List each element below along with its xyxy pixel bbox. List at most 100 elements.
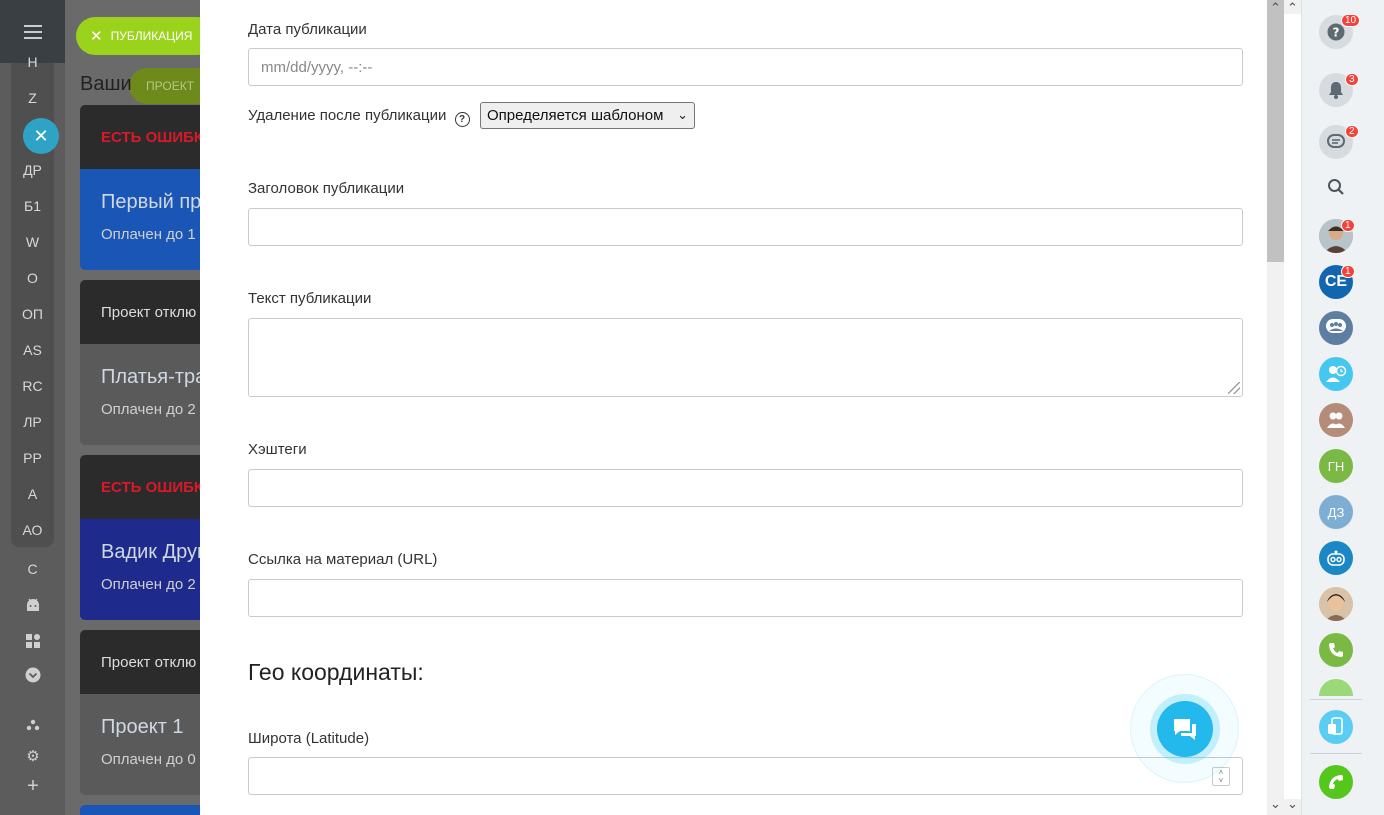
nav-item-7[interactable]: AS xyxy=(0,342,65,358)
date-placeholder: mm/dd/yyyy, --:-- xyxy=(261,58,373,76)
project-card-3[interactable]: Проект отклю Проект 1 Оплачен до 0 xyxy=(80,630,200,795)
right-sidebar: ? 10 3 2 1 CE 1 ГН ДЗ xyxy=(1301,0,1384,815)
hashtags-input[interactable] xyxy=(248,469,1243,507)
project-card-4[interactable] xyxy=(80,805,200,815)
card-status: Проект отклю xyxy=(80,280,200,344)
phone-icon-2[interactable] xyxy=(1319,679,1353,696)
nav-item-8[interactable]: RC xyxy=(0,378,65,394)
group-chat-icon[interactable] xyxy=(1319,311,1353,345)
nav-item-11[interactable]: А xyxy=(0,486,65,502)
url-input[interactable] xyxy=(248,579,1243,617)
device-sync-icon[interactable] xyxy=(1319,710,1353,744)
nav-item-10[interactable]: PP xyxy=(0,450,65,466)
resize-handle[interactable] xyxy=(1228,382,1240,394)
project-pill-label: ПРОЕКТ xyxy=(146,79,195,93)
chevron-down-icon: ⌄ xyxy=(677,107,688,122)
phone-icon[interactable] xyxy=(1319,633,1353,667)
hashtags-label: Хэштеги xyxy=(248,441,307,458)
nav-item-12[interactable]: АО xyxy=(0,522,65,538)
card-paid: Оплачен до 0 xyxy=(101,751,196,768)
dashboard-background: ПРОЕКТ Ваши ✕ ПУБЛИКАЦИЯ ЕСТЬ ОШИБКИ Пер… xyxy=(65,0,200,815)
date-input[interactable]: mm/dd/yyyy, --:-- xyxy=(248,48,1243,86)
plus-icon[interactable]: + xyxy=(24,775,42,797)
text-textarea[interactable] xyxy=(248,318,1243,397)
card-status: Проект отклю xyxy=(80,630,200,694)
text-label: Текст публикации xyxy=(248,290,372,307)
publication-pill-label: ПУБЛИКАЦИЯ xyxy=(110,29,193,43)
search-icon[interactable] xyxy=(1319,170,1353,204)
nav-item-2[interactable]: ДР xyxy=(0,162,65,178)
scroll-up-icon-2[interactable]: ⌃ xyxy=(1284,0,1301,16)
dashboard-title: Ваши xyxy=(80,73,132,95)
dz-avatar-label: ДЗ xyxy=(1327,504,1345,520)
dz-avatar[interactable]: ДЗ xyxy=(1319,495,1353,529)
ce-badge: 1 xyxy=(1341,265,1355,278)
nav-item-4[interactable]: W xyxy=(0,234,65,250)
date-label: Дата публикации xyxy=(248,21,367,38)
latitude-input[interactable]: ˄ ˅ xyxy=(248,757,1243,795)
apps-icon[interactable] xyxy=(24,632,42,650)
project-card-1[interactable]: Проект отклю Платья-тра Оплачен до 2 xyxy=(80,280,200,445)
nav-item-9[interactable]: ЛР xyxy=(0,414,65,430)
android-icon[interactable] xyxy=(24,596,42,614)
card-name: Первый пр xyxy=(101,191,200,213)
user-avatar-2[interactable] xyxy=(1319,587,1353,621)
hamburger-icon xyxy=(23,24,42,39)
delete-after-select[interactable]: Определяется шаблоном ⌄ xyxy=(480,102,695,129)
title-label: Заголовок публикации xyxy=(248,180,405,197)
card-paid: Оплачен до 1 xyxy=(101,226,196,243)
card-name: Вадик Друг xyxy=(101,541,200,563)
publication-form-panel: Дата публикации mm/dd/yyyy, --:-- Удален… xyxy=(200,0,1267,815)
latitude-label: Широта (Latitude) xyxy=(248,730,370,747)
card-status: ЕСТЬ ОШИБКИ xyxy=(80,105,200,169)
user1-badge: 1 xyxy=(1341,219,1355,232)
publication-pill[interactable]: ✕ ПУБЛИКАЦИЯ xyxy=(76,17,200,55)
geo-title: Гео координаты: xyxy=(248,659,424,685)
title-input[interactable] xyxy=(248,208,1243,246)
delete-after-text: Удаление после публикации xyxy=(248,107,447,124)
card-paid: Оплачен до 2 xyxy=(101,576,196,593)
scroll-down-icon[interactable]: ⌄ xyxy=(1267,796,1284,812)
structure-icon[interactable] xyxy=(24,716,42,734)
users-icon[interactable] xyxy=(1319,403,1353,437)
project-pill[interactable]: ПРОЕКТ xyxy=(129,68,200,104)
project-card-0[interactable]: ЕСТЬ ОШИБКИ Первый пр Оплачен до 1 xyxy=(80,105,200,270)
nav-item-1[interactable]: Z xyxy=(0,90,65,106)
chat-icon[interactable] xyxy=(1156,700,1213,757)
chats-badge: 2 xyxy=(1345,125,1359,138)
scrollbar-inner[interactable] xyxy=(1284,14,1301,799)
scrollbar-thumb[interactable] xyxy=(1267,0,1284,262)
left-nav: Н Z ✕ ДР Б1 W О ОП AS RC ЛР PP А АО С ⚙ … xyxy=(0,0,65,815)
card-name: Платья-тра xyxy=(101,366,200,388)
chevron-down-icon[interactable] xyxy=(24,666,42,684)
user-clock-icon[interactable] xyxy=(1319,357,1353,391)
nav-item-5[interactable]: О xyxy=(0,270,65,286)
project-card-2[interactable]: ЕСТЬ ОШИБКИ Вадик Друг Оплачен до 2 xyxy=(80,455,200,620)
divider-2 xyxy=(1310,753,1362,754)
delete-after-value: Определяется шаблоном xyxy=(487,107,664,124)
nav-item-13[interactable]: С xyxy=(0,561,65,577)
card-paid: Оплачен до 2 xyxy=(101,401,196,418)
bot-icon[interactable] xyxy=(1319,541,1353,575)
call-button[interactable] xyxy=(1319,765,1353,799)
gn-avatar-label: ГН xyxy=(1327,458,1345,474)
card-status: ЕСТЬ ОШИБКИ xyxy=(80,455,200,519)
settings-icon[interactable]: ⚙ xyxy=(24,747,42,765)
nav-item-3[interactable]: Б1 xyxy=(0,198,65,214)
scroll-up-icon[interactable]: ⌃ xyxy=(1267,0,1284,16)
notifications-badge: 3 xyxy=(1345,73,1359,86)
chat-widget[interactable] xyxy=(1130,674,1239,783)
card-name: Проект 1 xyxy=(101,716,184,738)
help-icon[interactable]: ? xyxy=(454,112,470,127)
close-icon[interactable]: ✕ xyxy=(90,27,103,45)
help-badge: 10 xyxy=(1341,14,1361,27)
url-label: Ссылка на материал (URL) xyxy=(248,551,438,568)
close-icon[interactable]: ✕ xyxy=(23,118,59,154)
scroll-down-icon-2[interactable]: ⌄ xyxy=(1284,796,1301,812)
gn-avatar[interactable]: ГН xyxy=(1319,449,1353,483)
delete-after-label: Удаление после публикации ? xyxy=(248,107,470,127)
divider xyxy=(1310,699,1362,700)
nav-item-6[interactable]: ОП xyxy=(0,306,65,322)
nav-item-0[interactable]: Н xyxy=(0,54,65,70)
svg-text:?: ? xyxy=(1333,26,1340,40)
